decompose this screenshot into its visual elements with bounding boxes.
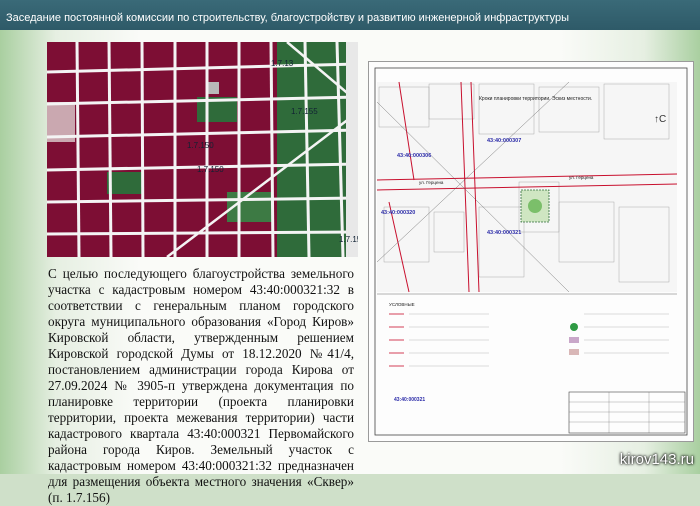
- quarter-label-307: 43:40:000307: [487, 138, 521, 144]
- street-label-left: ул. Герцена: [419, 180, 444, 185]
- zoning-map-svg: 1.7.13 1.7.155 1.7.150 1.7.150 1.7.156: [47, 42, 358, 257]
- map-label-1: 1.7.13: [271, 59, 294, 68]
- quarter-label-321: 43:40:000321: [487, 230, 521, 236]
- window-title: Заседание постоянной комиссии по строите…: [6, 12, 570, 24]
- map-label-4: 1.7.150: [197, 165, 224, 174]
- map-label-5: 1.7.156: [339, 235, 358, 244]
- quarter-label-320: 43:40:000320: [381, 210, 415, 216]
- description-paragraph: С целью последующего благоустройства зем…: [48, 266, 354, 505]
- quarter-label-306: 43:40:000306: [397, 153, 431, 159]
- plan-title: Кроки планировки территории. Эскиз местн…: [479, 96, 593, 102]
- watermark: kirov143.ru: [619, 451, 694, 468]
- planning-drawing: 43:40:000307 43:40:000306 43:40:000320 4…: [368, 61, 694, 442]
- map-label-2: 1.7.155: [291, 107, 318, 116]
- street-label-right: ул. Герцена: [569, 175, 594, 180]
- legend-title: УСЛОВНЫЕ: [389, 302, 415, 307]
- title-bar: Заседание постоянной комиссии по строите…: [0, 0, 700, 30]
- zoning-map: 1.7.13 1.7.155 1.7.150 1.7.150 1.7.156: [47, 42, 358, 257]
- legend-quarter-label: 43:40:000321: [394, 397, 425, 403]
- north-arrow-icon: ↑С: [654, 114, 666, 125]
- planning-drawing-svg: 43:40:000307 43:40:000306 43:40:000320 4…: [374, 67, 688, 436]
- presentation-slide: 1.7.13 1.7.155 1.7.150 1.7.150 1.7.156 С…: [0, 30, 700, 505]
- map-label-3: 1.7.150: [187, 141, 214, 150]
